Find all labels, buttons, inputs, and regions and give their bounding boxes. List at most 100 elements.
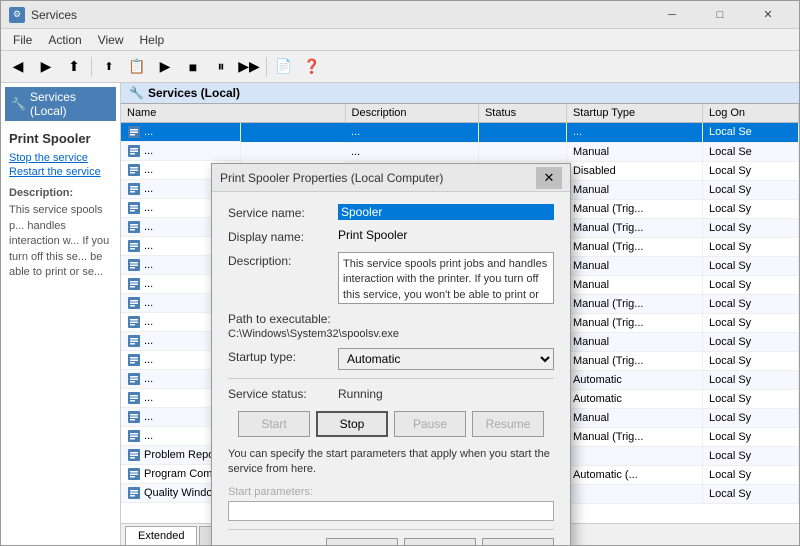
toolbar-separator-2 xyxy=(266,57,267,77)
startup-type-select[interactable]: Automatic Automatic (Delayed Start) Manu… xyxy=(338,348,554,370)
service-name-value: Spooler xyxy=(338,204,554,220)
row-logon: Local Sy xyxy=(702,313,798,332)
service-name-row: Service name: Spooler xyxy=(228,204,554,220)
row-logon: Local Sy xyxy=(702,370,798,389)
panel-header: 🔧 Services (Local) xyxy=(121,83,799,104)
row-startup xyxy=(566,446,702,465)
row-logon: Local Sy xyxy=(702,408,798,427)
properties-button[interactable]: 📄 xyxy=(271,54,297,80)
restart-service-link[interactable]: Restart the service xyxy=(9,166,112,178)
dialog-title-bar: Print Spooler Properties (Local Computer… xyxy=(212,164,570,192)
ok-button[interactable]: OK xyxy=(326,538,398,545)
row-startup: Manual (Trig... xyxy=(566,218,702,237)
sidebar-content: Print Spooler Stop the service Restart t… xyxy=(5,127,116,284)
dialog-title-text: Print Spooler Properties (Local Computer… xyxy=(220,171,536,185)
startup-type-row: Startup type: Automatic Automatic (Delay… xyxy=(228,348,554,370)
description-field-label: Description: xyxy=(228,252,338,268)
table-row[interactable]: .........Local Se xyxy=(121,123,799,143)
minimize-button[interactable]: ─ xyxy=(649,1,695,29)
menu-view[interactable]: View xyxy=(90,31,132,49)
title-bar: ⚙ Services ─ □ ✕ xyxy=(1,1,799,29)
menu-action[interactable]: Action xyxy=(40,31,89,49)
row-startup: Manual xyxy=(566,275,702,294)
row-logon: Local Sy xyxy=(702,332,798,351)
description-field-value: This service spools print jobs and handl… xyxy=(338,252,554,304)
toolbar: ◀ ▶ ⬆ ⬆ 📋 ▶ ■ ⏸ ▶▶ 📄 ❓ xyxy=(1,51,799,83)
row-name: ... xyxy=(121,142,241,161)
row-status xyxy=(478,123,566,143)
apply-button[interactable]: Apply xyxy=(482,538,554,545)
play-button[interactable]: ▶ xyxy=(152,54,178,80)
menu-file[interactable]: File xyxy=(5,31,40,49)
resume-button-dialog[interactable]: Resume xyxy=(472,411,544,437)
row-logon: Local Sy xyxy=(702,218,798,237)
status-row: Service status: Running xyxy=(228,387,554,401)
window-controls: ─ □ ✕ xyxy=(649,1,791,29)
panel-icon: 🔧 xyxy=(129,86,144,100)
sidebar-desc-text: This service spools p... handles interac… xyxy=(9,203,112,280)
pause-button-dialog[interactable]: Pause xyxy=(394,411,466,437)
start-button[interactable]: Start xyxy=(238,411,310,437)
up-button[interactable]: ⬆ xyxy=(61,54,87,80)
col-logon[interactable]: Log On xyxy=(702,104,798,123)
col-status[interactable]: Status xyxy=(478,104,566,123)
sidebar-icon: 🔧 xyxy=(11,97,26,111)
dialog-close-button[interactable]: ✕ xyxy=(536,167,562,189)
row-startup: Automatic xyxy=(566,389,702,408)
help-button[interactable]: ❓ xyxy=(299,54,325,80)
row-logon: Local Sy xyxy=(702,389,798,408)
path-value: C:\Windows\System32\spoolsv.exe xyxy=(228,328,554,340)
display-name-label: Display name: xyxy=(228,228,338,244)
service-action-buttons: Start Stop Pause Resume xyxy=(228,411,554,437)
startup-type-label: Startup type: xyxy=(228,348,338,364)
display-name-value: Print Spooler xyxy=(338,228,554,242)
col-description[interactable]: Description xyxy=(345,104,478,123)
service-name-label: Service name: xyxy=(228,204,338,220)
stop-button[interactable]: Stop xyxy=(316,411,388,437)
row-startup: Manual (Trig... xyxy=(566,294,702,313)
start-params-input[interactable] xyxy=(228,501,554,521)
status-value: Running xyxy=(338,387,383,401)
row-startup: Manual xyxy=(566,256,702,275)
tab-extended[interactable]: Extended xyxy=(125,526,197,545)
col-name[interactable]: Name xyxy=(121,104,345,123)
info-text: You can specify the start parameters tha… xyxy=(228,447,554,478)
divider-1 xyxy=(228,378,554,379)
stop-button[interactable]: ■ xyxy=(180,54,206,80)
resume-button[interactable]: ▶▶ xyxy=(236,54,262,80)
row-startup: Manual (Trig... xyxy=(566,237,702,256)
menu-help[interactable]: Help xyxy=(132,31,173,49)
row-startup: Disabled xyxy=(566,161,702,180)
row-startup: Manual xyxy=(566,142,702,161)
path-label: Path to executable: xyxy=(228,312,554,326)
row-startup: Automatic xyxy=(566,370,702,389)
back-button[interactable]: ◀ xyxy=(5,54,31,80)
dialog-body: Service name: Spooler Display name: Prin… xyxy=(212,192,570,545)
menu-bar: File Action View Help xyxy=(1,29,799,51)
stop-service-link[interactable]: Stop the service xyxy=(9,152,112,164)
sidebar-header-text: Services (Local) xyxy=(30,90,110,118)
show-hide-button[interactable]: 📋 xyxy=(124,54,150,80)
row-startup: Manual xyxy=(566,332,702,351)
row-startup: Manual (Trig... xyxy=(566,427,702,446)
row-startup: Manual xyxy=(566,180,702,199)
close-button[interactable]: ✕ xyxy=(745,1,791,29)
row-logon: Local Sy xyxy=(702,237,798,256)
app-icon: ⚙ xyxy=(9,7,25,23)
row-logon: Local Sy xyxy=(702,427,798,446)
display-name-row: Display name: Print Spooler xyxy=(228,228,554,244)
row-description: ... xyxy=(345,142,478,161)
table-row[interactable]: ......ManualLocal Se xyxy=(121,142,799,161)
refresh-button[interactable]: ⬆ xyxy=(96,54,122,80)
forward-button[interactable]: ▶ xyxy=(33,54,59,80)
properties-dialog[interactable]: Print Spooler Properties (Local Computer… xyxy=(211,163,571,545)
maximize-button[interactable]: □ xyxy=(697,1,743,29)
row-description: ... xyxy=(345,123,478,143)
pause-button[interactable]: ⏸ xyxy=(208,54,234,80)
row-startup: Manual (Trig... xyxy=(566,199,702,218)
col-startup[interactable]: Startup Type xyxy=(566,104,702,123)
cancel-button[interactable]: Cancel xyxy=(404,538,476,545)
row-logon: Local Sy xyxy=(702,275,798,294)
row-startup: Automatic (... xyxy=(566,465,702,484)
row-startup: ... xyxy=(566,123,702,143)
